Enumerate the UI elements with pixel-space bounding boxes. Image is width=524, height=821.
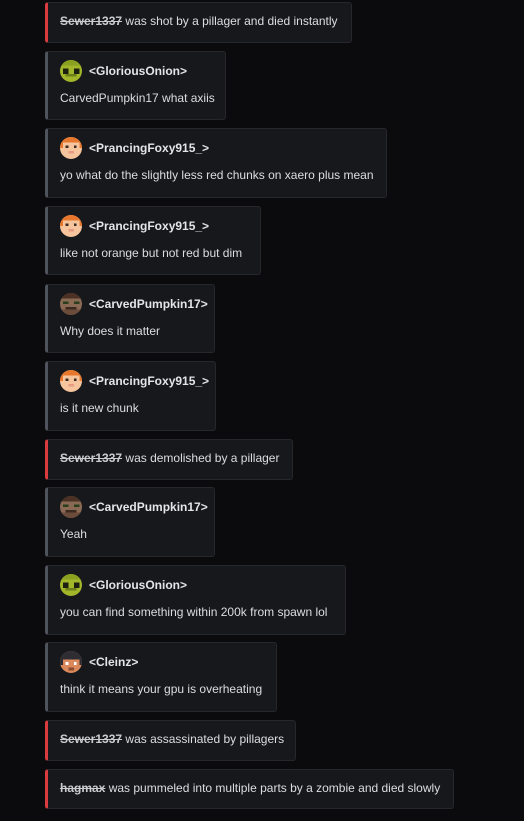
chat-message-card: <GloriousOnion> CarvedPumpkin17 what axi… — [45, 51, 226, 120]
message-text: you can find something within 200k from … — [60, 605, 328, 619]
death-description: was pummeled into multiple parts by a zo… — [105, 781, 441, 795]
death-message-card: Sewer1337 was assassinated by pillagers — [45, 720, 296, 761]
message-text: Why does it matter — [60, 324, 161, 338]
death-message-card: Sewer1337 was shot by a pillager and die… — [45, 2, 352, 43]
message-text: CarvedPumpkin17 what axiis — [60, 91, 215, 105]
author-name: <Cleinz> — [89, 655, 139, 669]
chat-message-card: <PrancingFoxy915_> yo what do the slight… — [45, 128, 387, 198]
author-name: <PrancingFoxy915_> — [89, 374, 210, 388]
message-text: is it new chunk — [60, 401, 139, 415]
message-text: think it means your gpu is overheating — [60, 682, 263, 696]
pumpkin-face-icon — [60, 496, 82, 518]
author-name: <GloriousOnion> — [89, 64, 188, 78]
death-message-text: Sewer1337 was assassinated by pillagers — [60, 730, 284, 748]
victim-name: Sewer1337 — [60, 451, 123, 465]
fox-face-icon — [60, 137, 82, 159]
fox-face-icon — [60, 215, 82, 237]
author-name: <PrancingFoxy915_> — [89, 141, 210, 155]
chat-message-card: <CarvedPumpkin17> Why does it matter — [45, 284, 215, 353]
pumpkin-face-icon — [60, 293, 82, 315]
author-name: <PrancingFoxy915_> — [89, 219, 210, 233]
chat-message-card: <GloriousOnion> you can find something w… — [45, 565, 346, 635]
chat-feed: Sewer1337 was shot by a pillager and die… — [0, 0, 524, 821]
death-message-text: hagmax was pummeled into multiple parts … — [60, 779, 440, 797]
message-text: yo what do the slightly less red chunks … — [60, 168, 374, 182]
death-message-card: Sewer1337 was demolished by a pillager — [45, 439, 293, 480]
death-description: was shot by a pillager and died instantl… — [122, 14, 338, 28]
victim-name: hagmax — [60, 781, 106, 795]
chat-message-card: <Cleinz> think it means your gpu is over… — [45, 642, 277, 712]
death-message-text: Sewer1337 was demolished by a pillager — [60, 449, 279, 467]
onion-face-icon — [60, 574, 82, 596]
chat-message-card: <PrancingFoxy915_> like not orange but n… — [45, 206, 261, 275]
author-name: <GloriousOnion> — [89, 578, 188, 592]
cleinz-face-icon — [60, 651, 82, 673]
death-message-card: hagmax was pummeled into multiple parts … — [45, 769, 454, 809]
onion-face-icon — [60, 60, 82, 82]
death-description: was demolished by a pillager — [122, 451, 280, 465]
victim-name: Sewer1337 — [60, 732, 123, 746]
death-description: was assassinated by pillagers — [122, 732, 285, 746]
victim-name: Sewer1337 — [60, 14, 123, 28]
chat-message-card: <CarvedPumpkin17> Yeah — [45, 487, 215, 557]
death-message-text: Sewer1337 was shot by a pillager and die… — [60, 12, 338, 30]
author-name: <CarvedPumpkin17> — [89, 500, 208, 514]
author-name: <CarvedPumpkin17> — [89, 297, 208, 311]
message-text: Yeah — [60, 527, 87, 541]
fox-face-icon — [60, 370, 82, 392]
message-text: like not orange but not red but dim — [60, 246, 243, 260]
chat-message-card: <PrancingFoxy915_> is it new chunk — [45, 361, 216, 431]
